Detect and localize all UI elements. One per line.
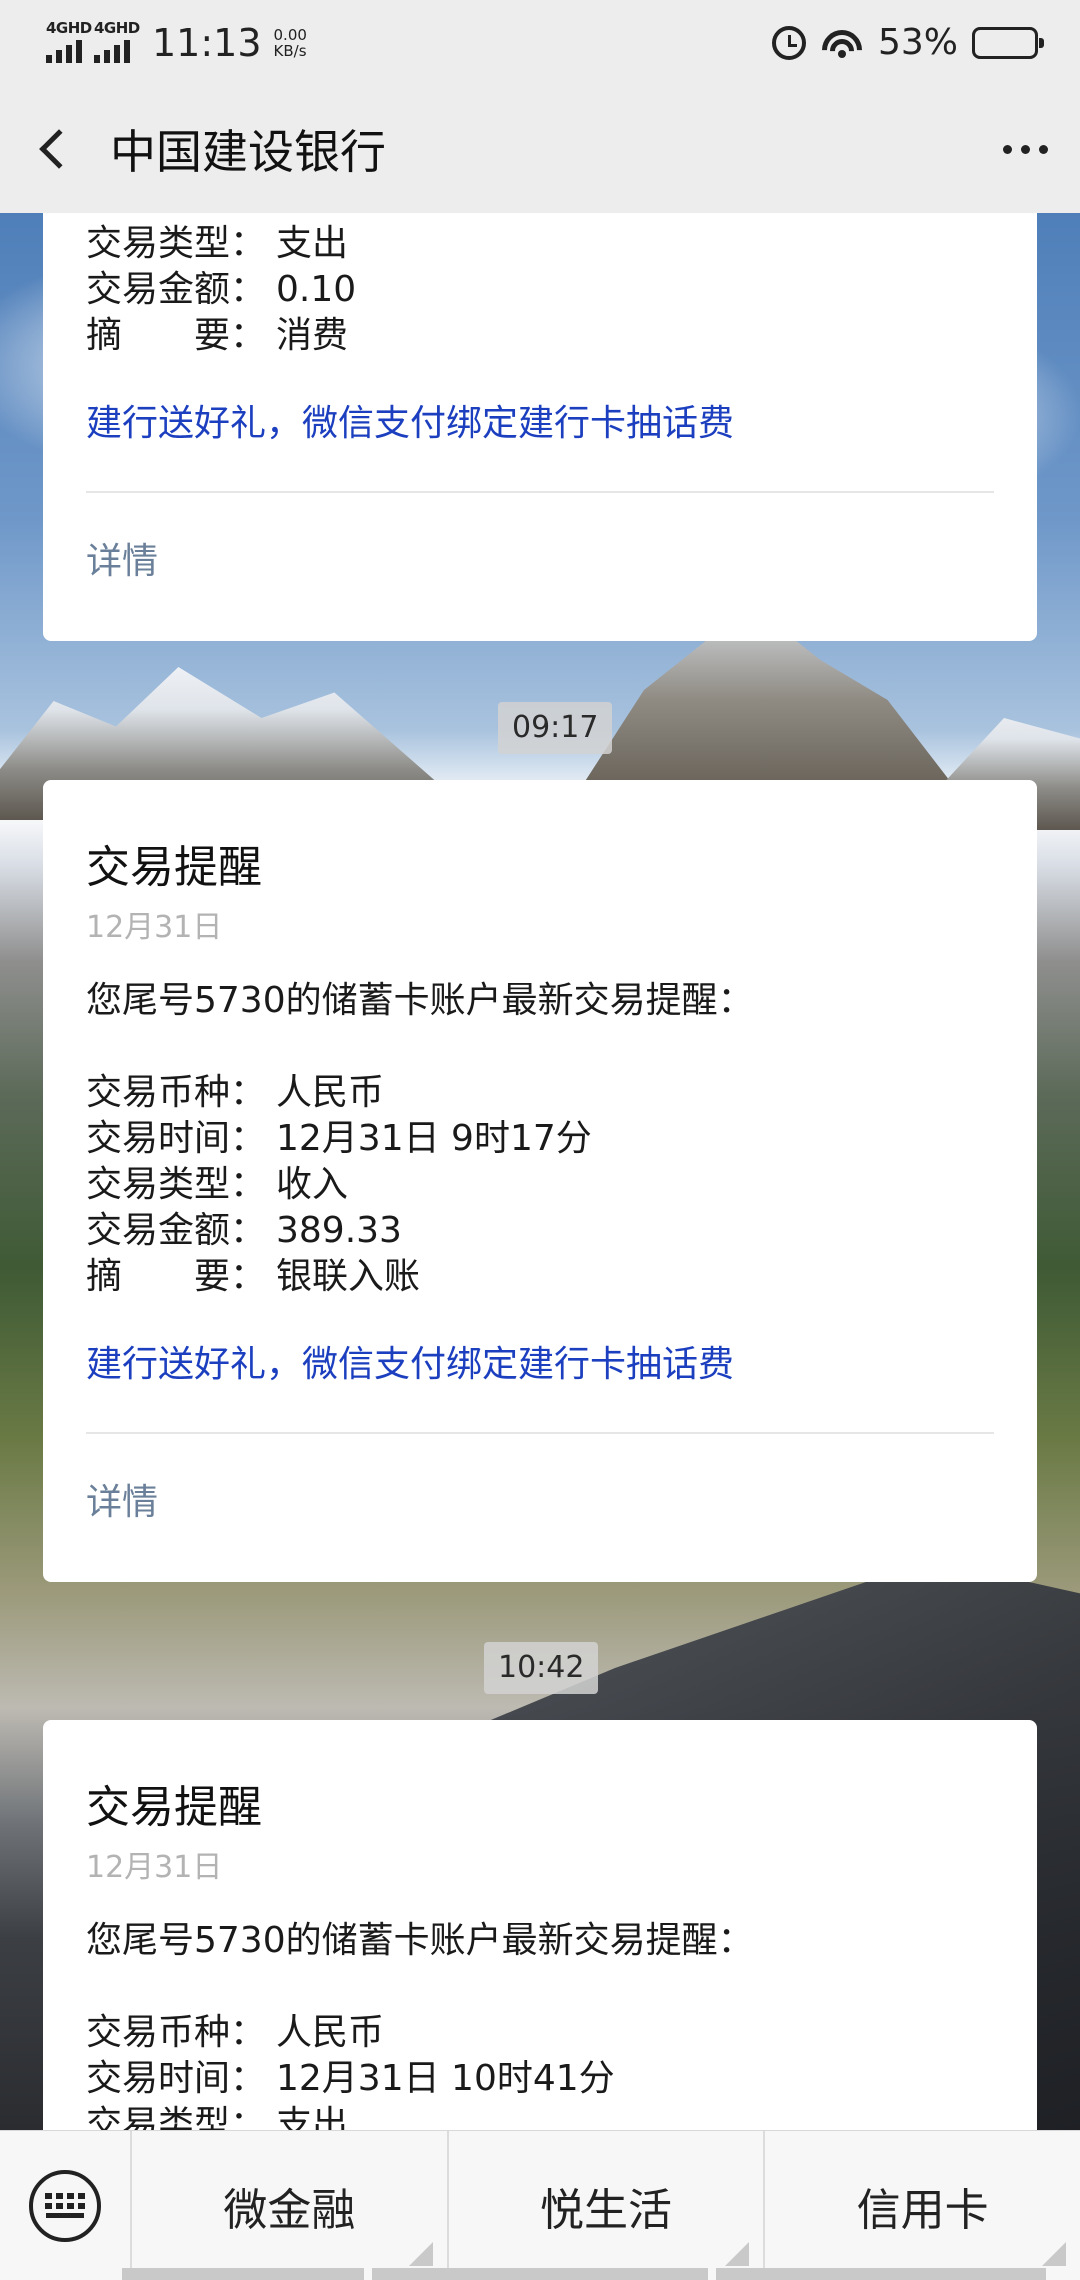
menu-tab-weijinrong[interactable]: 微金融	[130, 2131, 447, 2280]
field-value: 消费	[276, 315, 349, 356]
menu-tab-label: 信用卡	[856, 2184, 989, 2236]
network-speed-unit: KB/s	[273, 41, 307, 60]
signal-icon: 4GHD	[46, 19, 92, 63]
page-title: 中国建设银行	[110, 125, 386, 179]
status-time: 11:13	[152, 20, 262, 65]
submenu-indicator-icon	[408, 2242, 433, 2266]
network-label: 4GHD	[94, 18, 140, 37]
field-row: 交易金额： 0.10	[86, 267, 994, 313]
more-icon	[1002, 144, 1012, 154]
keyboard-icon	[29, 2169, 101, 2242]
field-value: 12月31日 10时41分	[276, 2058, 615, 2099]
battery-icon	[972, 26, 1044, 59]
field-label: 交易时间：	[86, 2058, 267, 2099]
field-label: 交易金额：	[86, 269, 267, 310]
field-label: 交易类型：	[86, 2104, 267, 2130]
message-timestamp: 09:17	[498, 702, 613, 754]
field-label: 交易金额：	[86, 1210, 267, 1251]
field-row: 交易币种： 人民币	[86, 1070, 994, 1116]
wifi-icon	[819, 25, 864, 60]
battery-percent: 53%	[877, 22, 958, 63]
network-speed: 0.00 KB/s	[274, 27, 307, 59]
message-date: 12月31日	[86, 1850, 223, 1885]
field-value: 支出	[276, 223, 349, 264]
field-value: 389.33	[276, 1210, 402, 1251]
details-link[interactable]: 详情	[86, 493, 994, 641]
submenu-indicator-icon	[1042, 2242, 1067, 2266]
signal-icon: 4GHD	[94, 19, 140, 63]
status-bar: 4GHD 4GHD 11:13 0.00 KB/s 53%	[0, 0, 1080, 85]
details-link[interactable]: 详情	[86, 1434, 994, 1582]
nav-bar: 中国建设银行	[0, 85, 1080, 213]
field-value: 银联入账	[276, 1256, 421, 1297]
field-label: 交易币种：	[86, 1072, 267, 1113]
gesture-bar	[122, 2268, 364, 2280]
field-row: 交易类型： 收入	[86, 1162, 994, 1208]
message-date: 12月31日	[86, 910, 223, 945]
promo-link[interactable]: 建行送好礼，微信支付绑定建行卡抽话费	[86, 1342, 994, 1388]
field-row: 交易时间： 12月31日 9时17分	[86, 1116, 994, 1162]
field-value: 支出	[276, 2104, 349, 2130]
bottom-menu: 微金融 悦生活 信用卡	[0, 2130, 1080, 2280]
field-value: 收入	[276, 1164, 349, 1205]
menu-tab-label: 悦生活	[540, 2184, 672, 2236]
field-row: 交易币种： 人民币	[86, 2010, 994, 2056]
message-card[interactable]: 交易类型： 支出 交易金额： 0.10 摘 要： 消费 建行送好礼，微信支付绑定…	[43, 213, 1037, 641]
field-label: 交易类型：	[86, 223, 267, 264]
gesture-bar	[372, 2268, 708, 2280]
menu-tab-label: 微金融	[223, 2184, 356, 2236]
submenu-indicator-icon	[725, 2242, 750, 2266]
field-row: 摘 要： 银联入账	[86, 1254, 994, 1300]
field-label: 摘 要：	[86, 315, 267, 356]
field-label: 交易时间：	[86, 1118, 267, 1159]
field-label: 摘 要：	[86, 1256, 267, 1297]
message-card[interactable]: 交易提醒 12月31日 您尾号5730的储蓄卡账户最新交易提醒： 交易币种： 人…	[43, 1720, 1037, 2130]
field-label: 交易类型：	[86, 1164, 267, 1205]
field-row: 摘 要： 消费	[86, 313, 994, 359]
menu-tab-xinyongka[interactable]: 信用卡	[763, 2131, 1080, 2280]
field-label: 交易币种：	[86, 2012, 267, 2053]
field-row: 交易类型： 支出	[86, 221, 994, 267]
message-timestamp: 10:42	[484, 1642, 599, 1694]
network-label: 4GHD	[46, 18, 92, 37]
field-value: 12月31日 9时17分	[276, 1118, 592, 1159]
back-arrow-icon	[39, 129, 79, 169]
message-intro: 您尾号5730的储蓄卡账户最新交易提醒：	[86, 1920, 754, 1961]
keyboard-toggle-button[interactable]	[0, 2131, 130, 2280]
message-intro: 您尾号5730的储蓄卡账户最新交易提醒：	[86, 980, 754, 1021]
promo-link[interactable]: 建行送好礼，微信支付绑定建行卡抽话费	[86, 401, 994, 447]
chat-area[interactable]: 交易类型： 支出 交易金额： 0.10 摘 要： 消费 建行送好礼，微信支付绑定…	[0, 213, 1080, 2130]
gesture-bar	[716, 2268, 1046, 2280]
field-value: 人民币	[276, 2012, 385, 2053]
field-row: 交易类型： 支出	[86, 2102, 994, 2130]
message-card[interactable]: 交易提醒 12月31日 您尾号5730的储蓄卡账户最新交易提醒： 交易币种： 人…	[43, 780, 1037, 1582]
field-row: 交易金额： 389.33	[86, 1208, 994, 1254]
field-value: 人民币	[276, 1072, 385, 1113]
back-button[interactable]	[4, 85, 104, 213]
field-row: 交易时间： 12月31日 10时41分	[86, 2056, 994, 2102]
alarm-icon	[771, 25, 806, 60]
more-button[interactable]	[970, 85, 1080, 213]
message-title: 交易提醒	[86, 1782, 262, 1833]
menu-tab-yueshenghuo[interactable]: 悦生活	[446, 2131, 764, 2280]
network-speed-value: 0.00	[273, 25, 307, 44]
field-value: 0.10	[276, 269, 357, 310]
message-title: 交易提醒	[86, 842, 262, 893]
